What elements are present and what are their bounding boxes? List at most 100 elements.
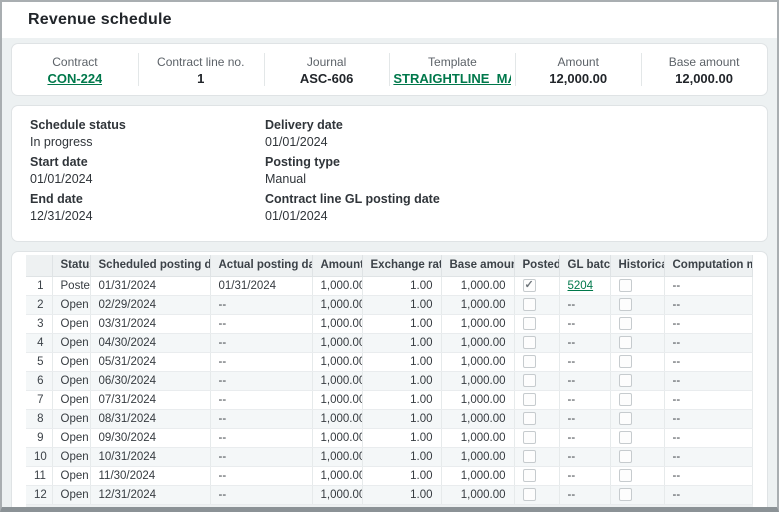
scheduled-posting-date-cell: 04/30/2024 [90,333,210,352]
actual-posting-date-cell: -- [210,428,312,447]
scheduled-posting-date-cell: 01/31/2024 [90,276,210,295]
table-row: 10Open10/31/2024--1,000.001.001,000.00--… [26,447,753,466]
base-amount-cell: 1,000.00 [441,371,514,390]
row-number: 5 [26,352,52,371]
exchange-rate-cell: 1.00 [362,352,441,371]
posted-cell [514,428,559,447]
table-row: 7Open07/31/2024--1,000.001.001,000.00---… [26,390,753,409]
actual-posting-date-cell: -- [210,466,312,485]
historical-cell [610,466,664,485]
gl-batch-cell: -- [559,428,610,447]
posting-type-field: Posting type Manual [265,154,767,187]
start-date-value: 01/01/2024 [30,171,265,187]
historical-checkbox[interactable] [619,317,632,330]
base-amount-cell: 1,000.00 [441,276,514,295]
col-header-amount: Amount [312,255,362,276]
base-amount-cell: 1,000.00 [441,466,514,485]
table-row: 2Open02/29/2024--1,000.001.001,000.00---… [26,295,753,314]
row-number: 2 [26,295,52,314]
actual-posting-date-cell: -- [210,333,312,352]
table-row: 11Open11/30/2024--1,000.001.001,000.00--… [26,466,753,485]
gl-batch-link[interactable]: 5204 [568,280,594,292]
scheduled-posting-date-cell: 08/31/2024 [90,409,210,428]
col-header-base-amount: Base amount [441,255,514,276]
base-amount-cell: 1,000.00 [441,314,514,333]
amount-cell: 1,000.00 [312,466,362,485]
amount-cell: 1,000.00 [312,371,362,390]
scheduled-posting-date-cell: 10/31/2024 [90,447,210,466]
gl-batch-cell: -- [559,352,610,371]
posted-cell [514,295,559,314]
status-cell: Posted [52,276,90,295]
posted-checkbox[interactable] [523,355,536,368]
computation-memo-cell: -- [664,333,753,352]
posted-checkbox[interactable] [523,450,536,463]
base-amount-label: Base amount [669,54,740,70]
historical-checkbox[interactable] [619,298,632,311]
exchange-rate-cell: 1.00 [362,447,441,466]
base-amount-cell: 1,000.00 [441,447,514,466]
status-cell: Open [52,352,90,371]
row-number: 11 [26,466,52,485]
gl-batch-cell: -- [559,485,610,504]
posted-checkbox[interactable] [523,317,536,330]
posted-checkbox[interactable] [523,336,536,349]
page-title: Revenue schedule [28,11,172,29]
historical-checkbox[interactable] [619,412,632,425]
summary-contract-line-no: Contract line no. 1 [138,44,264,95]
posted-cell [514,447,559,466]
posted-checkbox[interactable] [523,393,536,406]
base-amount-value: 12,000.00 [675,70,733,88]
exchange-rate-cell: 1.00 [362,276,441,295]
summary-card: Contract CON-224 Contract line no. 1 Jou… [11,43,768,96]
amount-cell: 1,000.00 [312,390,362,409]
historical-checkbox[interactable] [619,393,632,406]
historical-checkbox[interactable] [619,469,632,482]
scheduled-posting-date-cell: 06/30/2024 [90,371,210,390]
gl-batch-cell: -- [559,314,610,333]
exchange-rate-cell: 1.00 [362,295,441,314]
summary-base-amount: Base amount 12,000.00 [641,44,767,95]
summary-template: Template STRAIGHTLINE_MANUAL [389,44,515,95]
scheduled-posting-date-cell: 11/30/2024 [90,466,210,485]
posted-checkbox[interactable] [523,431,536,444]
schedule-table-body: 1Posted01/31/202401/31/20241,000.001.001… [26,276,753,504]
posted-checkbox[interactable] [523,488,536,501]
amount-cell: 1,000.00 [312,447,362,466]
delivery-date-field: Delivery date 01/01/2024 [265,117,767,150]
computation-memo-cell: -- [664,314,753,333]
actual-posting-date-cell: 01/31/2024 [210,276,312,295]
base-amount-cell: 1,000.00 [441,333,514,352]
actual-posting-date-cell: -- [210,352,312,371]
table-row: 12Open12/31/2024--1,000.001.001,000.00--… [26,485,753,504]
details-card: Schedule status In progress Start date 0… [11,105,768,242]
contract-link[interactable]: CON-224 [47,71,102,86]
exchange-rate-cell: 1.00 [362,314,441,333]
amount-cell: 1,000.00 [312,333,362,352]
historical-checkbox[interactable] [619,431,632,444]
details-left-column: Schedule status In progress Start date 0… [30,117,265,228]
base-amount-cell: 1,000.00 [441,390,514,409]
historical-checkbox[interactable] [619,450,632,463]
historical-checkbox[interactable] [619,374,632,387]
status-cell: Open [52,447,90,466]
posted-checkbox[interactable] [523,279,536,292]
posted-checkbox[interactable] [523,469,536,482]
posted-checkbox[interactable] [523,374,536,387]
historical-checkbox[interactable] [619,355,632,368]
gl-batch-cell: -- [559,295,610,314]
schedule-table-card: Status Scheduled posting date Actual pos… [11,251,768,512]
historical-checkbox[interactable] [619,488,632,501]
table-row: 4Open04/30/2024--1,000.001.001,000.00---… [26,333,753,352]
table-row: 8Open08/31/2024--1,000.001.001,000.00---… [26,409,753,428]
schedule-table: Status Scheduled posting date Actual pos… [26,255,753,512]
historical-checkbox[interactable] [619,336,632,349]
historical-checkbox[interactable] [619,279,632,292]
posted-checkbox[interactable] [523,412,536,425]
template-link[interactable]: STRAIGHTLINE_MANUAL [393,71,511,86]
gl-batch-cell: -- [559,466,610,485]
posted-checkbox[interactable] [523,298,536,311]
amount-value: 12,000.00 [549,70,607,88]
schedule-status-label: Schedule status [30,117,265,134]
revenue-schedule-window: Revenue schedule Contract CON-224 Contra… [0,0,779,512]
